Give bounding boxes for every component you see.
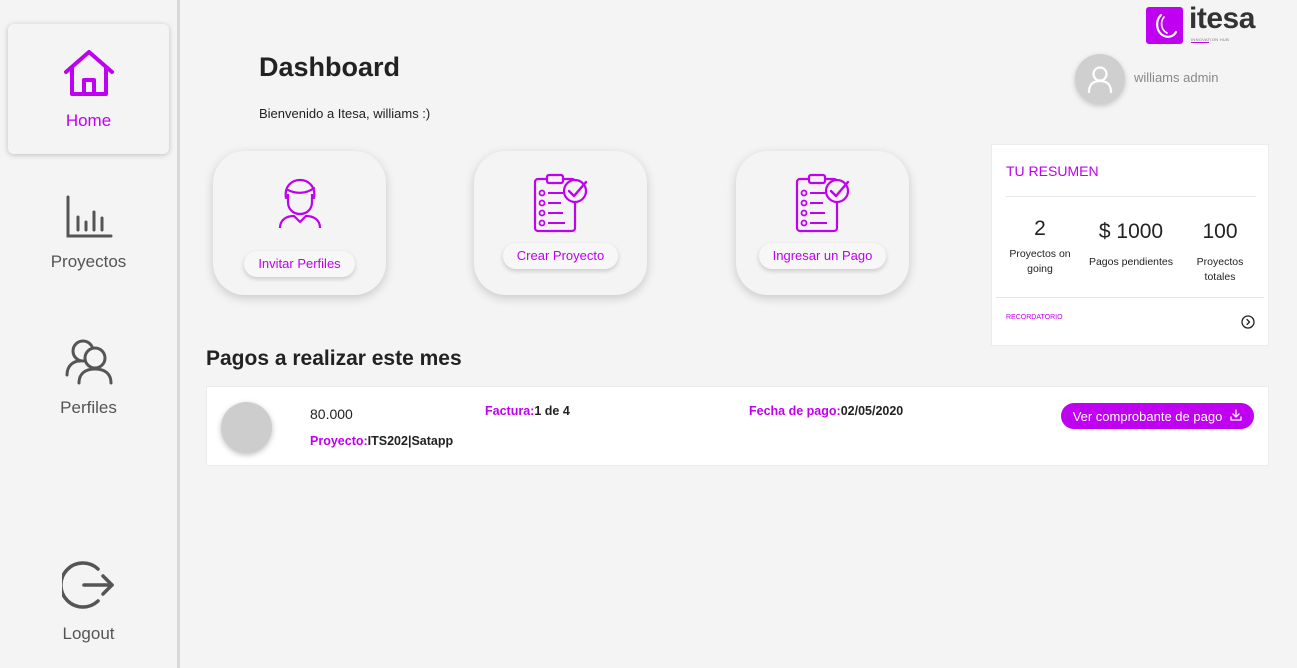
stat-label: Pagos pendientes [1088, 256, 1174, 268]
invite-profiles-button[interactable]: Invitar Perfiles [244, 251, 355, 277]
project-value: ITS202|Satapp [367, 434, 454, 448]
sidebar: Home Proyectos Perfiles Logout [0, 0, 180, 668]
sidebar-item-label: Home [65, 110, 112, 130]
view-voucher-button[interactable]: Ver comprobante de pago [1061, 403, 1254, 429]
home-icon [62, 48, 116, 103]
clipboard-check-icon [795, 173, 851, 233]
stat-total-projects: 100 Proyectos totales [1180, 220, 1260, 285]
date-key: Fecha de pago: [749, 404, 841, 418]
stat-pending-payments: $ 1000 Pagos pendientes [1086, 220, 1176, 270]
view-voucher-label: Ver comprobante de pago [1072, 408, 1223, 424]
stat-label: Proyectos totales [1196, 256, 1244, 283]
invoice-value: 1 de 4 [534, 404, 570, 418]
sidebar-item-label: Perfiles [60, 397, 117, 417]
enter-payment-button[interactable]: Ingresar un Pago [758, 243, 887, 269]
invoice-key: Factura: [485, 404, 535, 418]
brand-underline [1191, 42, 1209, 43]
payment-date: Fecha de pago:02/05/2020 [749, 404, 903, 418]
invite-profiles-card: Invitar Perfiles [213, 151, 386, 295]
stat-projects-ongoing: 2 Proyectos on going [1004, 217, 1076, 277]
table-row: 80.000 Proyecto:ITS202|Satapp Factura:1 … [206, 386, 1269, 466]
sidebar-item-label: Logout [62, 623, 115, 643]
user-profile-icon [278, 173, 322, 233]
reminder-label: RECORDATORIO [1006, 314, 1063, 321]
download-icon [1230, 408, 1242, 424]
create-project-button[interactable]: Crear Proyecto [502, 243, 619, 269]
chevron-right-circle-icon[interactable] [1241, 315, 1255, 329]
avatar[interactable] [1075, 54, 1125, 104]
clipboard-check-icon [533, 173, 589, 233]
logout-icon [58, 559, 116, 616]
moon-icon [1146, 7, 1183, 44]
create-project-card: Crear Proyecto [474, 151, 647, 295]
payments-section-title: Pagos a realizar este mes [206, 347, 462, 370]
bar-chart-icon [65, 195, 113, 244]
enter-payment-card: Ingresar un Pago [736, 151, 909, 295]
project-key: Proyecto: [310, 434, 368, 448]
user-name: williams admin [1134, 70, 1219, 85]
stat-label: Proyectos on going [1009, 248, 1071, 275]
brand-tagline: INNOVATION HUB [1191, 37, 1230, 42]
divider [996, 297, 1264, 298]
sidebar-item-home[interactable]: Home [8, 24, 169, 154]
user-icon [1087, 66, 1113, 93]
stat-value: 100 [1202, 220, 1238, 243]
users-icon [64, 337, 114, 390]
payment-project: Proyecto:ITS202|Satapp [310, 434, 453, 448]
sidebar-item-logout[interactable]: Logout [8, 536, 169, 666]
payment-invoice: Factura:1 de 4 [485, 404, 570, 418]
sidebar-item-perfiles[interactable]: Perfiles [8, 312, 169, 442]
stat-value: $ 1000 [1098, 220, 1164, 243]
brand-logo: itesa INNOVATION HUB [1146, 2, 1270, 45]
page-title: Dashboard [259, 52, 401, 82]
date-value: 02/05/2020 [840, 404, 904, 418]
brand-name: itesa [1189, 2, 1255, 35]
summary-panel: TU RESUMEN 2 Proyectos on going $ 1000 P… [991, 144, 1269, 346]
welcome-text: Bienvenido a Itesa, williams :) [259, 106, 431, 121]
stat-value: 2 [1034, 217, 1046, 240]
avatar [221, 402, 272, 453]
sidebar-item-label: Proyectos [50, 251, 127, 271]
divider [1006, 196, 1256, 197]
sidebar-item-proyectos[interactable]: Proyectos [8, 168, 169, 298]
summary-title: TU RESUMEN [1006, 163, 1099, 179]
payment-amount: 80.000 [310, 406, 353, 422]
